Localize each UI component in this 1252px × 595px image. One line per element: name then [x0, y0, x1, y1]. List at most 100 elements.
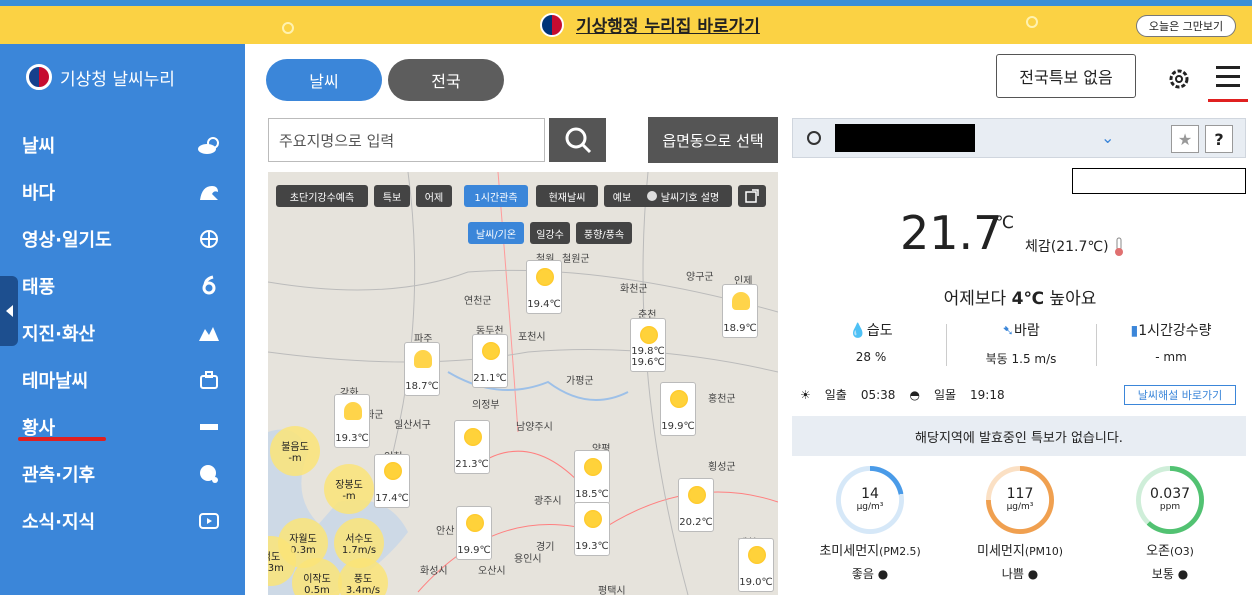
sidebar-item-satellite[interactable]: 영상·일기도: [22, 224, 222, 254]
video-icon: [196, 510, 222, 532]
external-link-button[interactable]: [738, 185, 766, 207]
aq-sub: (O3): [1170, 545, 1194, 558]
marine-buoy[interactable]: 장봉도 -m: [324, 464, 374, 514]
chevron-down-icon[interactable]: ⌄: [1101, 128, 1114, 147]
aq-name: 오존: [1146, 544, 1171, 559]
national-alert-button[interactable]: 전국특보 없음: [996, 54, 1136, 98]
map-tab[interactable]: 초단기강수예측: [276, 185, 368, 207]
station-label[interactable]: 19.4℃: [526, 260, 562, 314]
humidity-value: 28 %: [855, 350, 887, 364]
station-label[interactable]: 19.0℃: [738, 538, 774, 592]
banner-close-button[interactable]: 오늘은 그만보기: [1136, 15, 1236, 37]
help-button[interactable]: ?: [1205, 125, 1233, 153]
sunset-icon: ◓: [909, 387, 920, 402]
partly-cloudy-icon: [414, 350, 432, 368]
sidebar-item-label: 테마날씨: [22, 371, 89, 392]
sidebar-item-typhoon[interactable]: 태풍: [22, 271, 222, 301]
station-temp: 19.3℃: [335, 433, 369, 444]
weather-symbol-help-button[interactable]: 날씨기호 설명: [634, 185, 732, 207]
drop-icon: 💧: [849, 323, 867, 339]
aq-status: 나쁨: [1001, 567, 1024, 581]
sidebar-item-climate[interactable]: 관측·기후: [22, 459, 222, 489]
sunny-icon: [584, 510, 602, 528]
station-label[interactable]: 18.5℃: [574, 450, 610, 504]
station-temp: 21.1℃: [473, 373, 507, 384]
weather-map[interactable]: 초단기강수예측 특보 어제 1시간관측 현재날씨 예보 날씨기호 설명 날씨/기…: [268, 172, 778, 595]
search-button[interactable]: [549, 118, 606, 162]
tab-nation[interactable]: 전국: [388, 59, 504, 101]
air-quality-ozone[interactable]: 0.037 ppm 오존(O3) 보통 ●: [1100, 466, 1240, 582]
tab-weather[interactable]: 날씨: [266, 59, 382, 101]
compare-yesterday: 어제보다 4℃ 높아요: [905, 284, 1135, 309]
wind-stat: ➷바람 북동 1.5 m/s: [946, 320, 1096, 367]
location-selector[interactable]: ⌄ ★ ?: [792, 118, 1246, 158]
air-quality-pm25[interactable]: 14 μg/m³ 초미세먼지(PM2.5) 좋음 ●: [800, 466, 940, 582]
emd-select-button[interactable]: 읍면동으로 선택: [648, 117, 778, 163]
map-subtab[interactable]: 일강수: [530, 222, 570, 244]
map-tab[interactable]: 현재날씨: [536, 185, 598, 207]
map-tab[interactable]: 특보: [374, 185, 410, 207]
sidebar-item-earthquake[interactable]: 지진·화산: [22, 318, 222, 348]
air-quality-pm10[interactable]: 117 μg/m³ 미세먼지(PM10) 나쁨 ●: [950, 466, 1090, 582]
map-place: 화성시: [420, 566, 448, 577]
sunny-icon: [536, 268, 554, 286]
station-label[interactable]: 17.4℃: [374, 454, 410, 508]
aq-sub: (PM2.5): [879, 545, 921, 558]
favorite-button[interactable]: ★: [1171, 125, 1199, 153]
compare-text: 높아요: [1044, 289, 1097, 309]
station-label[interactable]: 19.9℃: [456, 506, 492, 560]
external-link-icon: [745, 189, 759, 203]
station-label[interactable]: 19.3℃: [574, 502, 610, 556]
logo[interactable]: 기상청 날씨누리: [26, 64, 175, 90]
station-label[interactable]: 19.3℃: [334, 394, 370, 448]
buoy-value: 3.4m/s: [345, 585, 381, 595]
map-place: 의정부: [472, 400, 500, 411]
annotation-underline: [18, 437, 106, 441]
station-temp: 19.4℃: [527, 299, 561, 310]
station-label[interactable]: 20.2℃: [678, 478, 714, 532]
station-label[interactable]: 19.9℃: [660, 382, 696, 436]
search-input[interactable]: 주요지명으로 입력: [268, 118, 545, 162]
sidebar-item-sea[interactable]: 바다: [22, 177, 222, 207]
map-subtab[interactable]: 날씨/기온: [468, 222, 524, 244]
marine-buoy[interactable]: 불음도 -m: [270, 426, 320, 476]
buoy-name: 불음도: [281, 442, 309, 453]
station-temp: 18.7℃: [405, 381, 439, 392]
info-icon[interactable]: ●: [878, 567, 888, 581]
rain-label: 1시간강수량: [1138, 323, 1212, 339]
station-label[interactable]: 18.9℃: [722, 284, 758, 338]
map-subtab[interactable]: 풍향/풍속: [576, 222, 632, 244]
info-icon[interactable]: ●: [1028, 567, 1038, 581]
map-place: 남양주시: [516, 422, 553, 433]
sunset-time: 19:18: [970, 387, 1005, 402]
aq-unit: ppm: [1159, 501, 1181, 512]
aq-gauge: 117 μg/m³: [986, 466, 1054, 534]
sidebar-item-theme[interactable]: 테마날씨: [22, 365, 222, 395]
sidebar-item-news[interactable]: 소식·지식: [22, 506, 222, 536]
sidebar-item-label: 소식·지식: [22, 512, 96, 533]
globe-icon: [196, 463, 222, 485]
sunny-icon: [482, 342, 500, 360]
forecast-explanation-button[interactable]: 날씨해설 바로가기: [1124, 385, 1236, 405]
menu-button[interactable]: [1216, 66, 1240, 93]
sidebar-collapse-button[interactable]: [0, 276, 18, 346]
station-temp: 19.0℃: [739, 577, 773, 588]
humidity-label: 습도: [866, 323, 893, 339]
station-label[interactable]: 19.8℃ 19.6℃: [630, 318, 666, 372]
banner-link[interactable]: 기상행정 누리집 바로가기: [576, 12, 760, 37]
compare-text: 어제보다: [943, 289, 1012, 309]
map-place: 광주시: [534, 496, 562, 507]
rain-value: - mm: [1155, 350, 1187, 364]
sunny-icon: [670, 390, 688, 408]
info-icon[interactable]: ●: [1178, 567, 1188, 581]
wind-icon: ➷: [1002, 323, 1014, 339]
map-tab[interactable]: 어제: [416, 185, 452, 207]
sunny-icon: [466, 514, 484, 532]
gear-icon: [1169, 69, 1189, 89]
map-tab[interactable]: 1시간관측: [464, 185, 528, 207]
station-label[interactable]: 21.1℃: [472, 334, 508, 388]
station-label[interactable]: 18.7℃: [404, 342, 440, 396]
station-label[interactable]: 21.3℃: [454, 420, 490, 474]
settings-button[interactable]: [1166, 66, 1192, 96]
sidebar-item-weather[interactable]: 날씨: [22, 130, 222, 160]
